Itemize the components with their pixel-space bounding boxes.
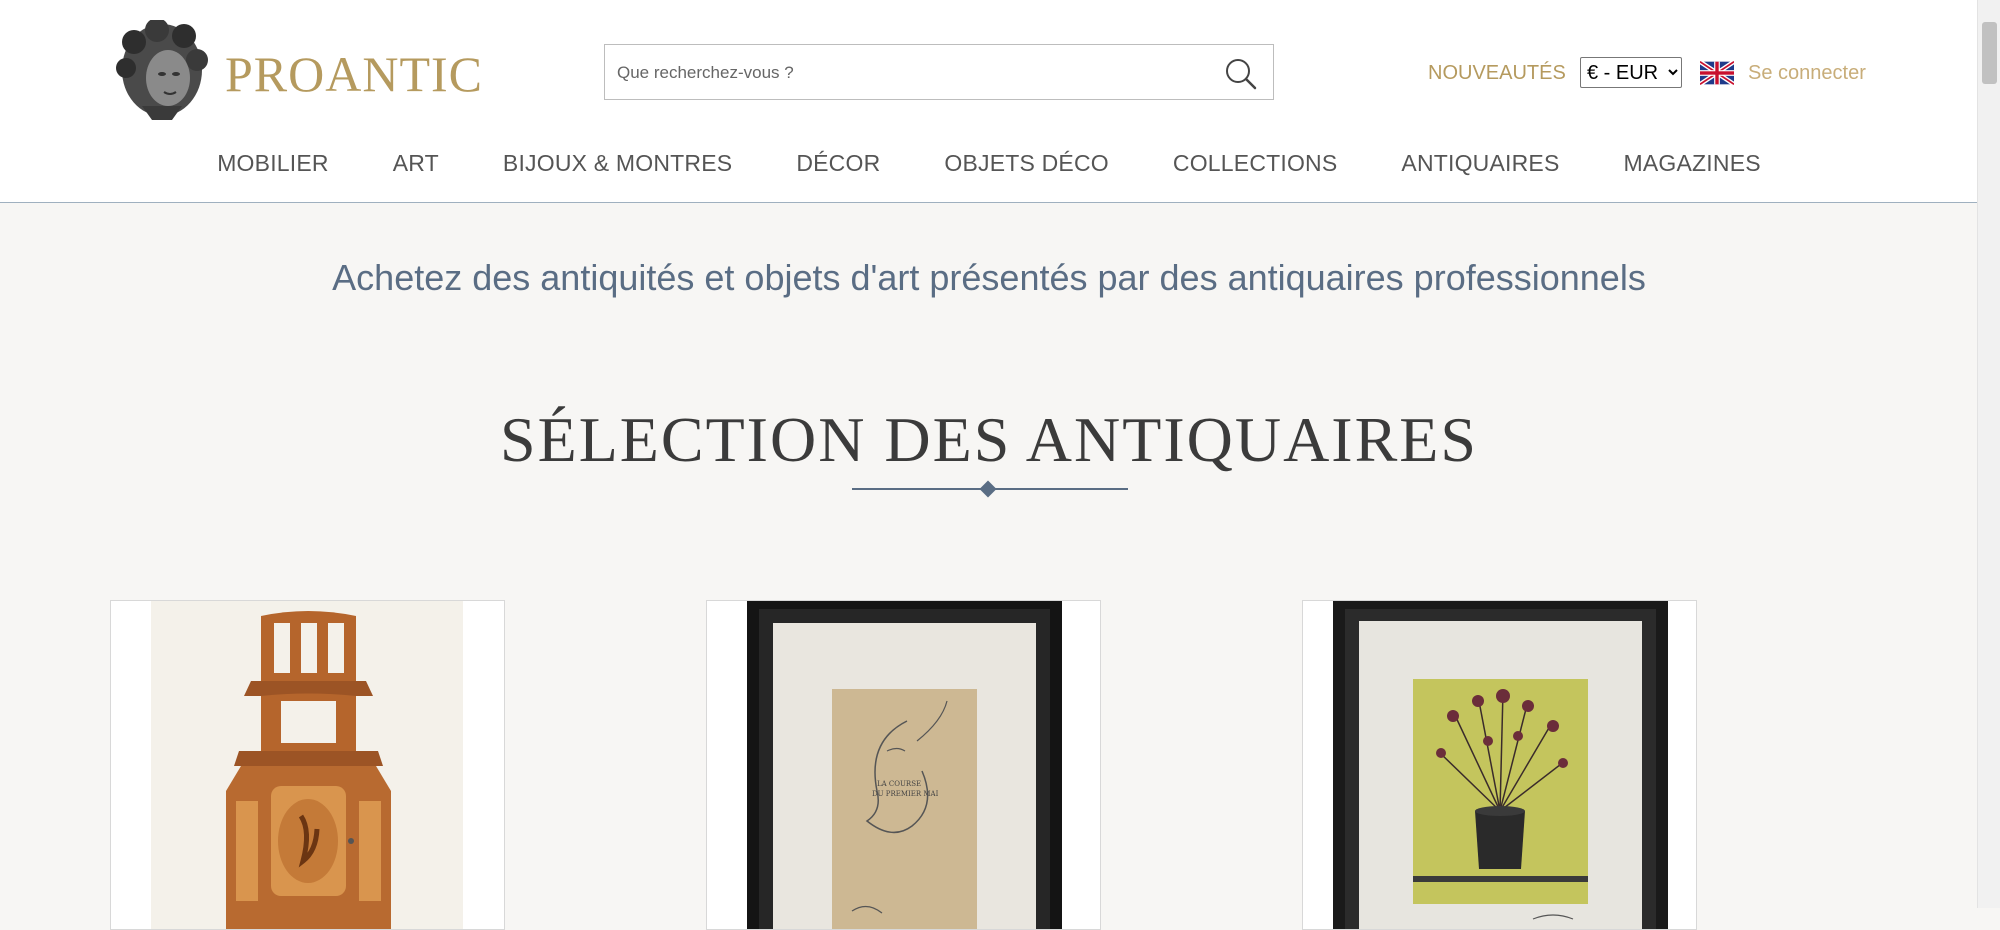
- product-card[interactable]: [110, 600, 505, 930]
- product-card[interactable]: [1302, 600, 1697, 930]
- corner-shelf-cabinet-image: [151, 601, 463, 929]
- nav-item-magazines[interactable]: MAGAZINES: [1592, 146, 1793, 182]
- framed-flower-print-image: [1333, 601, 1668, 929]
- uk-flag-icon[interactable]: [1700, 60, 1734, 86]
- nav-item-collections[interactable]: COLLECTIONS: [1141, 146, 1370, 182]
- new-arrivals-link[interactable]: NOUVEAUTÉS: [1428, 60, 1566, 86]
- search-icon[interactable]: [1223, 57, 1257, 91]
- product-card[interactable]: LA COURSE DU PREMIER MAI: [706, 600, 1101, 930]
- nav-item-decor[interactable]: DÉCOR: [764, 146, 912, 182]
- nav-item-mobilier[interactable]: MOBILIER: [185, 146, 361, 182]
- logo-text[interactable]: PROANTIC: [225, 44, 483, 104]
- scrollbar-track[interactable]: [1977, 0, 2000, 908]
- site-header: PROANTIC NOUVEAUTÉS € - EUR Se connecter…: [0, 0, 1978, 203]
- search-input[interactable]: [615, 57, 1199, 89]
- svg-text:LA COURSE: LA COURSE: [877, 780, 921, 788]
- login-link[interactable]: Se connecter: [1748, 60, 1866, 86]
- nav-item-bijoux-montres[interactable]: BIJOUX & MONTRES: [471, 146, 764, 182]
- title-divider-diamond: [979, 480, 997, 498]
- svg-text:DU PREMIER MAI: DU PREMIER MAI: [872, 790, 939, 798]
- framed-drawing-image: LA COURSE DU PREMIER MAI: [747, 601, 1062, 929]
- nav-item-art[interactable]: ART: [361, 146, 471, 182]
- currency-select[interactable]: € - EUR: [1580, 57, 1682, 88]
- search-box: [604, 44, 1274, 100]
- nav-item-objets-deco[interactable]: OBJETS DÉCO: [912, 146, 1141, 182]
- section-title: SÉLECTION DES ANTIQUAIRES: [500, 404, 1478, 475]
- tagline: Achetez des antiquités et objets d'art p…: [332, 257, 1646, 298]
- logo-bust-icon[interactable]: [112, 20, 212, 122]
- nav-item-antiquaires[interactable]: ANTIQUAIRES: [1369, 146, 1591, 182]
- scrollbar-thumb[interactable]: [1982, 22, 1997, 84]
- main-nav: MOBILIER ART BIJOUX & MONTRES DÉCOR OBJE…: [0, 146, 1978, 182]
